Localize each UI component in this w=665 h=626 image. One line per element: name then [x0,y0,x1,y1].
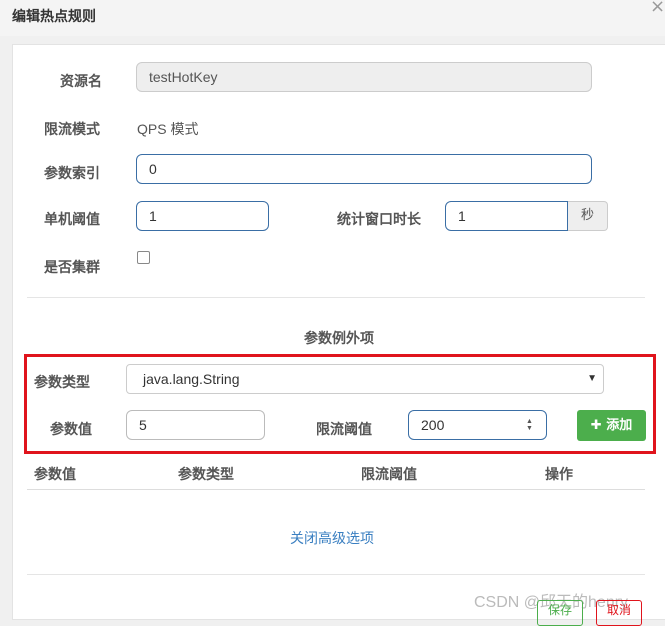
window-duration-field[interactable]: 1 [445,201,568,231]
exceptions-title: 参数例外项 [304,331,374,347]
param-index-field[interactable]: 0 [136,154,592,184]
chevron-down-icon: ▼ [587,373,597,384]
form-panel: 资源名 testHotKey 限流模式 QPS 模式 参数索引 0 单机阈值 1… [12,44,665,620]
column-param-value: 参数值 [34,467,76,483]
stepper-icon[interactable]: ▲ ▼ [526,418,534,432]
param-value-field[interactable]: 5 [126,410,265,440]
cluster-checkbox[interactable] [137,251,150,264]
param-type-label: 参数类型 [34,375,90,391]
param-index-label: 参数索引 [44,166,100,182]
close-advanced-link[interactable]: 关闭高级选项 [290,528,374,548]
limit-mode-value: QPS 模式 [137,121,199,137]
dialog-title: 编辑热点规则 [12,9,96,25]
table-header-divider [27,489,645,490]
dialog-header: 编辑热点规则 × [0,0,665,36]
column-param-type: 参数类型 [178,467,234,483]
add-exception-button[interactable]: ✚ 添加 [577,410,646,441]
threshold-label: 单机阈值 [44,212,100,228]
limit-mode-label: 限流模式 [44,122,100,138]
column-actions: 操作 [545,467,573,483]
seconds-unit-addon: 秒 [568,201,608,231]
param-type-value: java.lang.String [143,371,240,387]
resource-name-field[interactable]: testHotKey [136,62,592,92]
limit-threshold-value: 200 [421,417,445,433]
resource-name-label: 资源名 [60,74,102,90]
limit-threshold-field[interactable]: 200 ▲ ▼ [408,410,547,440]
limit-threshold-label: 限流阈值 [316,422,372,438]
cancel-button[interactable]: 取消 [596,600,643,626]
cluster-label: 是否集群 [44,260,100,276]
divider [27,297,645,298]
column-limit-threshold: 限流阈值 [361,467,417,483]
plus-icon: ✚ [590,418,602,433]
param-value-label: 参数值 [50,422,92,438]
window-duration-label: 统计窗口时长 [337,212,421,228]
add-label: 添加 [606,418,633,433]
close-icon[interactable]: × [650,0,665,17]
footer-divider [27,574,645,575]
param-type-select[interactable]: java.lang.String ▼ [126,364,604,394]
save-button[interactable]: 保存 [537,600,584,626]
threshold-field[interactable]: 1 [136,201,269,231]
